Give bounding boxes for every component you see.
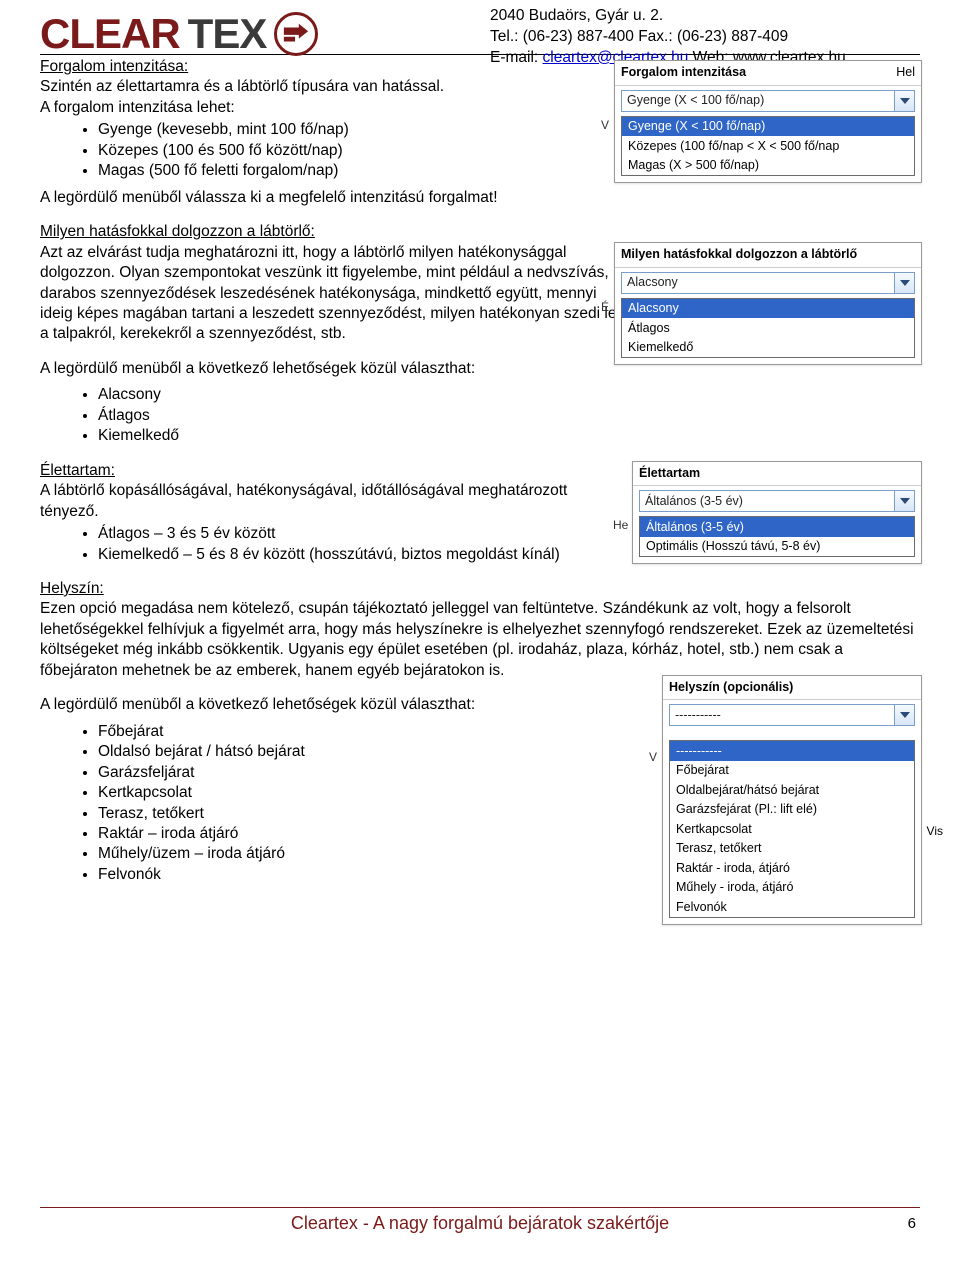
inset-sidechar: É — [601, 300, 609, 316]
inset-sidechar: V — [601, 118, 609, 134]
combo-hatasfok[interactable]: Alacsony — [621, 272, 915, 294]
combo-forgalom[interactable]: Gyenge (X < 100 fő/nap) — [621, 90, 915, 112]
section-title: Forgalom intenzitása: — [40, 58, 188, 75]
list-item: Kiemelkedő — [98, 426, 620, 446]
dropdown-option[interactable]: Általános (3-5 év) — [640, 517, 914, 537]
section-title: Milyen hatásfokkal dolgozzon a lábtörlő: — [40, 223, 315, 240]
dropdown-option[interactable]: ----------- — [670, 741, 914, 761]
dropdown-option[interactable]: Főbejárat — [670, 761, 914, 781]
dropdown-option[interactable]: Gyenge (X < 100 fő/nap) — [622, 117, 914, 137]
dropdown-helyszin[interactable]: ----------- Főbejárat Oldalbejárat/hátsó… — [669, 740, 915, 918]
section-elettartam: Élettartam He Általános (3-5 év) Általán… — [40, 461, 920, 565]
dropdown-option[interactable]: Magas (X > 500 fő/nap) — [622, 156, 914, 176]
contact-phone: Tel.: (06-23) 887-400 Fax.: (06-23) 887-… — [490, 27, 846, 48]
inset-sidechar-right: Vis — [927, 824, 943, 840]
combo-value: Gyenge (X < 100 fő/nap) — [622, 92, 894, 109]
chevron-down-icon[interactable] — [894, 705, 914, 725]
list-item: Kiemelkedő – 5 és 8 év között (hosszútáv… — [98, 545, 620, 565]
combo-elettartam[interactable]: Általános (3-5 év) — [639, 490, 915, 512]
list-item: Magas (500 fő feletti forgalom/nap) — [98, 161, 620, 181]
dropdown-option[interactable]: Alacsony — [622, 299, 914, 319]
section-para: A lábtörlő kopásállóságával, hatékonyság… — [40, 482, 567, 519]
logo-arrow-icon — [274, 12, 318, 56]
logo-text-tex: TEX — [188, 6, 267, 61]
dropdown-option[interactable]: Átlagos — [622, 318, 914, 338]
dropdown-forgalom[interactable]: Gyenge (X < 100 fő/nap) Közepes (100 fő/… — [621, 116, 915, 177]
bullet-list: Alacsony Átlagos Kiemelkedő — [40, 385, 620, 446]
dropdown-option[interactable]: Műhely - iroda, átjáró — [670, 878, 914, 898]
list-item: Felvonók — [98, 865, 620, 885]
dropdown-option[interactable]: Kertkapcsolat — [670, 819, 914, 839]
page-number: 6 — [908, 1214, 916, 1234]
list-item: Kertkapcsolat — [98, 783, 620, 803]
section-title: Helyszín: — [40, 580, 104, 597]
logo: CLEARTEX — [40, 6, 318, 61]
section-helyszin: Helyszín (opcionális) ----------- V Vis … — [40, 579, 920, 885]
section-para: Azt az elvárást tudja meghatározni itt, … — [40, 244, 616, 343]
combo-value: Alacsony — [622, 274, 894, 291]
list-item: Alacsony — [98, 385, 620, 405]
bullet-list: Főbejárat Oldalsó bejárat / hátsó bejára… — [40, 722, 620, 886]
list-item: Terasz, tetőkert — [98, 804, 620, 824]
list-item: Gyenge (kevesebb, mint 100 fő/nap) — [98, 120, 620, 140]
inset-sidechar: He — [613, 518, 628, 534]
dropdown-option[interactable]: Oldalbejárat/hátsó bejárat — [670, 780, 914, 800]
inset-head: Helyszín (opcionális) — [663, 676, 921, 701]
list-item: Közepes (100 és 500 fő között/nap) — [98, 141, 620, 161]
combo-value: Általános (3-5 év) — [640, 493, 894, 510]
dropdown-option[interactable]: Felvonók — [670, 897, 914, 917]
section-lead: A legördülő menüből a következő lehetősé… — [40, 359, 620, 379]
list-item: Átlagos — [98, 406, 620, 426]
list-item: Műhely/üzem – iroda átjáró — [98, 844, 620, 864]
section-hatasfok: Milyen hatásfokkal dolgozzon a lábtörlő … — [40, 222, 920, 447]
section-instruction: A legördülő menüből válassza ki a megfel… — [40, 188, 620, 208]
dropdown-hatasfok[interactable]: Alacsony Átlagos Kiemelkedő — [621, 298, 915, 359]
bullet-list: Gyenge (kevesebb, mint 100 fő/nap) Közep… — [40, 120, 620, 181]
chevron-down-icon[interactable] — [894, 273, 914, 293]
dropdown-option[interactable]: Terasz, tetőkert — [670, 839, 914, 859]
dropdown-option[interactable]: Kiemelkedő — [622, 338, 914, 358]
combo-helyszin[interactable]: ----------- — [669, 704, 915, 726]
logo-text-clear: CLEAR — [40, 6, 180, 61]
inset-forgalom: Forgalom intenzitása Hel V Gyenge (X < 1… — [614, 60, 922, 183]
combo-value: ----------- — [670, 707, 894, 724]
inset-head-right: Hel — [896, 64, 915, 81]
list-item: Főbejárat — [98, 722, 620, 742]
inset-sidechar: V — [649, 750, 657, 766]
list-item: Átlagos – 3 és 5 év között — [98, 524, 620, 544]
list-item: Raktár – iroda átjáró — [98, 824, 620, 844]
inset-head: Milyen hatásfokkal dolgozzon a lábtörlő — [615, 243, 921, 268]
inset-helyszin: Helyszín (opcionális) ----------- V Vis … — [662, 675, 922, 925]
dropdown-option[interactable]: Közepes (100 fő/nap < X < 500 fő/nap — [622, 136, 914, 156]
dropdown-option[interactable]: Optimális (Hosszú távú, 5-8 év) — [640, 537, 914, 557]
section-lead: A forgalom intenzitása lehet: — [40, 99, 235, 116]
inset-hatasfok: Milyen hatásfokkal dolgozzon a lábtörlő … — [614, 242, 922, 365]
section-para: Ezen opció megadása nem kötelező, csupán… — [40, 600, 914, 678]
footer-text: Cleartex - A nagy forgalmú bejáratok sza… — [291, 1213, 669, 1233]
list-item: Oldalsó bejárat / hátsó bejárat — [98, 742, 620, 762]
inset-head: Élettartam — [633, 462, 921, 487]
bullet-list: Átlagos – 3 és 5 év között Kiemelkedő – … — [40, 524, 620, 565]
list-item: Garázsfeljárat — [98, 763, 620, 783]
inset-forgalom-head: Forgalom intenzitása Hel — [615, 61, 921, 86]
dropdown-option[interactable]: Raktár - iroda, átjáró — [670, 858, 914, 878]
section-lead: A legördülő menüből a következő lehetősé… — [40, 695, 620, 715]
inset-head-left: Forgalom intenzitása — [621, 65, 746, 79]
section-forgalom: Forgalom intenzitása Hel V Gyenge (X < 1… — [40, 57, 920, 208]
section-title: Élettartam: — [40, 462, 115, 479]
footer-rule — [40, 1207, 920, 1208]
chevron-down-icon[interactable] — [894, 491, 914, 511]
contact-address: 2040 Budaörs, Gyár u. 2. — [490, 6, 846, 27]
chevron-down-icon[interactable] — [894, 91, 914, 111]
dropdown-elettartam[interactable]: Általános (3-5 év) Optimális (Hosszú táv… — [639, 516, 915, 557]
page-footer: Cleartex - A nagy forgalmú bejáratok sza… — [40, 1207, 920, 1236]
section-intro: Szintén az élettartamra és a lábtörlő tí… — [40, 78, 444, 95]
inset-elettartam: Élettartam He Általános (3-5 év) Általán… — [632, 461, 922, 565]
dropdown-option[interactable]: Garázsfejárat (Pl.: lift elé) — [670, 800, 914, 820]
